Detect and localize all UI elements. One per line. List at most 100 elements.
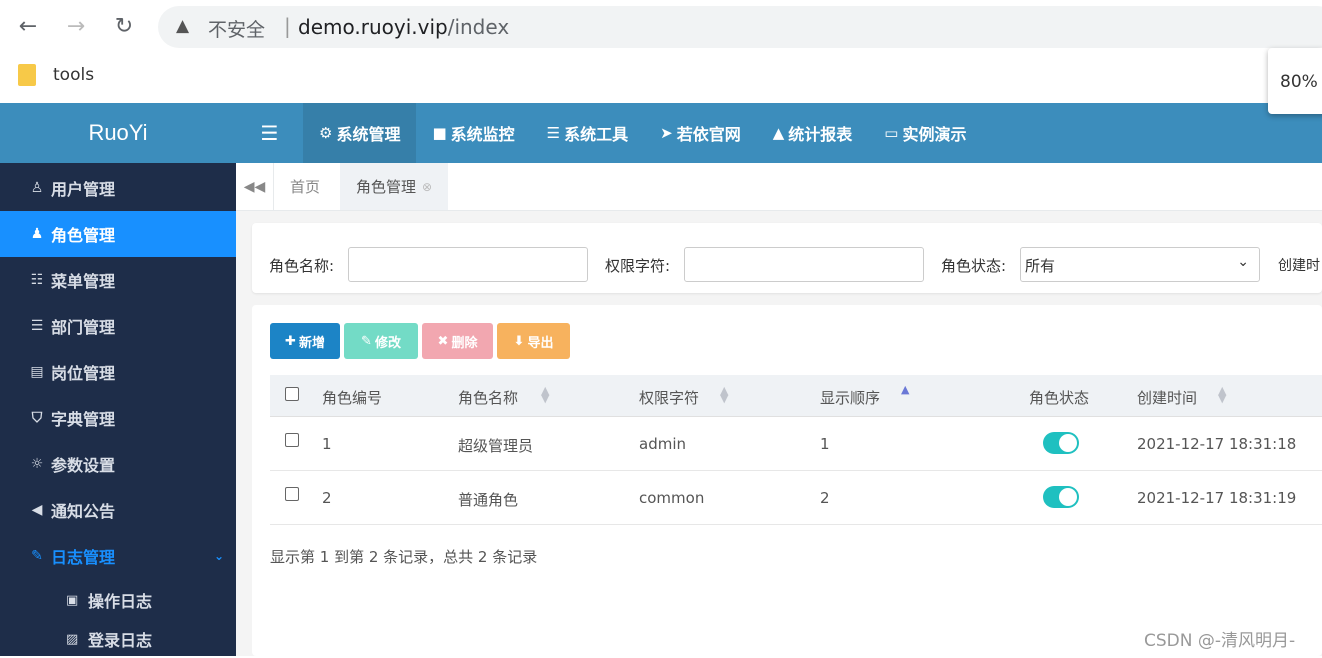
- cell-sort-order: 1: [820, 435, 830, 453]
- perm-label: 权限字符:: [605, 257, 671, 275]
- sort-icon[interactable]: ▲ ▼: [720, 385, 728, 404]
- sort-icon[interactable]: ▲ ▼: [541, 385, 549, 404]
- sidebar-item-7[interactable]: ◀ 通知公告: [0, 487, 236, 533]
- sidebar-subitem-0[interactable]: ▣ 操作日志: [0, 581, 236, 619]
- pencil-square-icon: ✎: [31, 548, 43, 564]
- bookmark-tools[interactable]: tools: [18, 64, 94, 86]
- user-secret-icon: ♟: [30, 226, 44, 242]
- sidebar-item-5[interactable]: ⛉ 字典管理: [0, 395, 236, 441]
- reload-icon[interactable]: ↻: [110, 12, 138, 40]
- role-name-label: 角色名称:: [269, 257, 335, 275]
- sidebar-item-label: 参数设置: [51, 456, 116, 475]
- col-create-time[interactable]: 创建时间: [1137, 387, 1197, 408]
- topnav-item-2[interactable]: ☰ 系统工具: [531, 103, 644, 163]
- sidebar-item-label: 岗位管理: [51, 364, 116, 383]
- perm-input[interactable]: [684, 247, 924, 282]
- status-select[interactable]: 所有 ⌄: [1020, 247, 1260, 282]
- page-tab-label: 首页: [290, 178, 321, 196]
- file-image-icon: ▨: [66, 631, 79, 647]
- add-button[interactable]: ✚ 新增: [270, 323, 340, 359]
- export-button[interactable]: ⬇ 导出: [497, 323, 570, 359]
- download-icon: ⬇: [513, 333, 525, 349]
- back-arrow-icon[interactable]: ←: [14, 12, 42, 40]
- row-checkbox[interactable]: [285, 433, 299, 447]
- topnav-item-5[interactable]: ▭ 实例演示: [868, 103, 982, 163]
- topnav-label: 统计报表: [788, 125, 853, 144]
- plus-icon: ✚: [285, 333, 296, 349]
- main-content: 角色名称: 权限字符: 角色状态: 所有 ⌄ 创建时 ✚ 新增 ✎ 修改 ✖ 删除 ⬇…: [236, 211, 1322, 656]
- address-book-icon: ▣: [66, 592, 79, 608]
- cell-create-time: 2021-12-17 18:31:18: [1137, 435, 1297, 453]
- sidebar-item-3[interactable]: ☰ 部门管理: [0, 303, 236, 349]
- app-logo[interactable]: RuoYi: [0, 103, 236, 163]
- outdent-icon: ☰: [30, 318, 44, 334]
- tabs-bar: ◀◀ 首页 角色管理 ⊗: [236, 163, 1322, 211]
- browser-chrome: ← → ↻ ▲ 不安全 | demo.ruoyi.vip/index tools: [0, 0, 1322, 103]
- col-role-key[interactable]: 权限字符: [639, 387, 699, 408]
- status-toggle[interactable]: [1043, 486, 1079, 508]
- sidebar-item-6[interactable]: ☼ 参数设置: [0, 441, 236, 487]
- sidebar-subitem-label: 登录日志: [88, 631, 153, 650]
- sidebar-item-label: 菜单管理: [51, 272, 116, 291]
- sidebar-item-2[interactable]: ☷ 菜单管理: [0, 257, 236, 303]
- sidebar-subitem-1[interactable]: ▨ 登录日志: [0, 620, 236, 658]
- sidebar-item-8[interactable]: ✎ 日志管理 ⌄: [0, 533, 236, 579]
- toggle-knob: [1059, 434, 1077, 452]
- topnav-label: 系统工具: [564, 125, 629, 144]
- cell-create-time: 2021-12-17 18:31:19: [1137, 489, 1297, 507]
- sidebar-item-label: 部门管理: [51, 318, 116, 337]
- topnav-item-0[interactable]: ⚙ 系统管理: [303, 103, 417, 163]
- table-row[interactable]: 2 普通角色 common 2 2021-12-17 18:31:19: [270, 471, 1322, 525]
- tabs-scroll-left-icon[interactable]: ◀◀: [236, 163, 274, 210]
- top-nav: ☰ ⚙ 系统管理 ■ 系统监控 ☰ 系统工具 ➤ 若依官网 ▲ 统计报表 ▭ 实例演示: [236, 103, 1322, 163]
- forward-arrow-icon[interactable]: →: [62, 12, 90, 40]
- topnav-item-4[interactable]: ▲ 统计报表: [757, 103, 869, 163]
- edit-button[interactable]: ✎ 修改: [344, 323, 418, 359]
- topnav-label: 系统监控: [450, 125, 515, 144]
- user-icon: ♙: [30, 180, 44, 196]
- status-toggle[interactable]: [1043, 432, 1079, 454]
- status-select-value: 所有: [1025, 257, 1056, 275]
- col-role-id[interactable]: 角色编号: [322, 387, 382, 408]
- sort-asc-icon[interactable]: ▲: [901, 384, 909, 395]
- select-all-checkbox[interactable]: [285, 387, 299, 401]
- page-tab-label: 角色管理: [356, 178, 417, 196]
- location-arrow-icon: ➤: [660, 124, 673, 142]
- close-circle-icon[interactable]: ⊗: [422, 180, 432, 194]
- app-logo-text: RuoYi: [88, 120, 148, 145]
- table-row[interactable]: 1 超级管理员 admin 1 2021-12-17 18:31:18: [270, 417, 1322, 471]
- table-panel: ✚ 新增 ✎ 修改 ✖ 删除 ⬇ 导出 角色编号 角色名称 ▲ ▼ 权限字符 ▲ ▼ 显示顺…: [252, 305, 1322, 656]
- cell-role-id: 2: [322, 489, 332, 507]
- sidebar-item-4[interactable]: ▤ 岗位管理: [0, 349, 236, 395]
- gear-icon: ⚙: [319, 124, 333, 142]
- add-label: 新增: [298, 335, 325, 351]
- topnav-label: 实例演示: [902, 125, 967, 144]
- chevron-down-icon: ⌄: [1237, 254, 1249, 270]
- address-bar[interactable]: ▲ 不安全 | demo.ruoyi.vip/index: [158, 6, 1322, 48]
- edit-icon: ✎: [361, 333, 372, 349]
- watermark: CSDN @-清风明月-: [1144, 631, 1296, 651]
- search-form: 角色名称: 权限字符: 角色状态: 所有 ⌄ 创建时: [252, 223, 1322, 293]
- row-checkbox[interactable]: [285, 487, 299, 501]
- status-label: 角色状态:: [941, 257, 1007, 275]
- cell-sort-order: 2: [820, 489, 830, 507]
- sidebar-item-1[interactable]: ♟ 角色管理: [0, 211, 236, 257]
- zoom-level: 80%: [1280, 72, 1318, 92]
- delete-button[interactable]: ✖ 删除: [422, 323, 493, 359]
- topnav-item-3[interactable]: ➤ 若依官网: [644, 103, 757, 163]
- bookmark-label: tools: [53, 65, 95, 85]
- role-name-input[interactable]: [348, 247, 588, 282]
- col-role-name[interactable]: 角色名称: [458, 387, 518, 408]
- page-tab-0[interactable]: 首页: [274, 163, 336, 210]
- sidebar-item-0[interactable]: ♙ 用户管理: [0, 165, 236, 211]
- topnav-item-1[interactable]: ■ 系统监控: [416, 103, 530, 163]
- th-list-icon: ☷: [30, 272, 44, 288]
- hamburger-icon[interactable]: ☰: [236, 103, 303, 163]
- zoom-popup: 80%: [1268, 48, 1322, 114]
- delete-label: 删除: [451, 335, 478, 351]
- sidebar-item-label: 角色管理: [51, 226, 116, 245]
- sort-icon[interactable]: ▲ ▼: [1218, 385, 1226, 404]
- remove-icon: ✖: [437, 333, 449, 349]
- page-tab-1[interactable]: 角色管理 ⊗: [340, 163, 449, 210]
- col-sort-order[interactable]: 显示顺序: [820, 387, 880, 408]
